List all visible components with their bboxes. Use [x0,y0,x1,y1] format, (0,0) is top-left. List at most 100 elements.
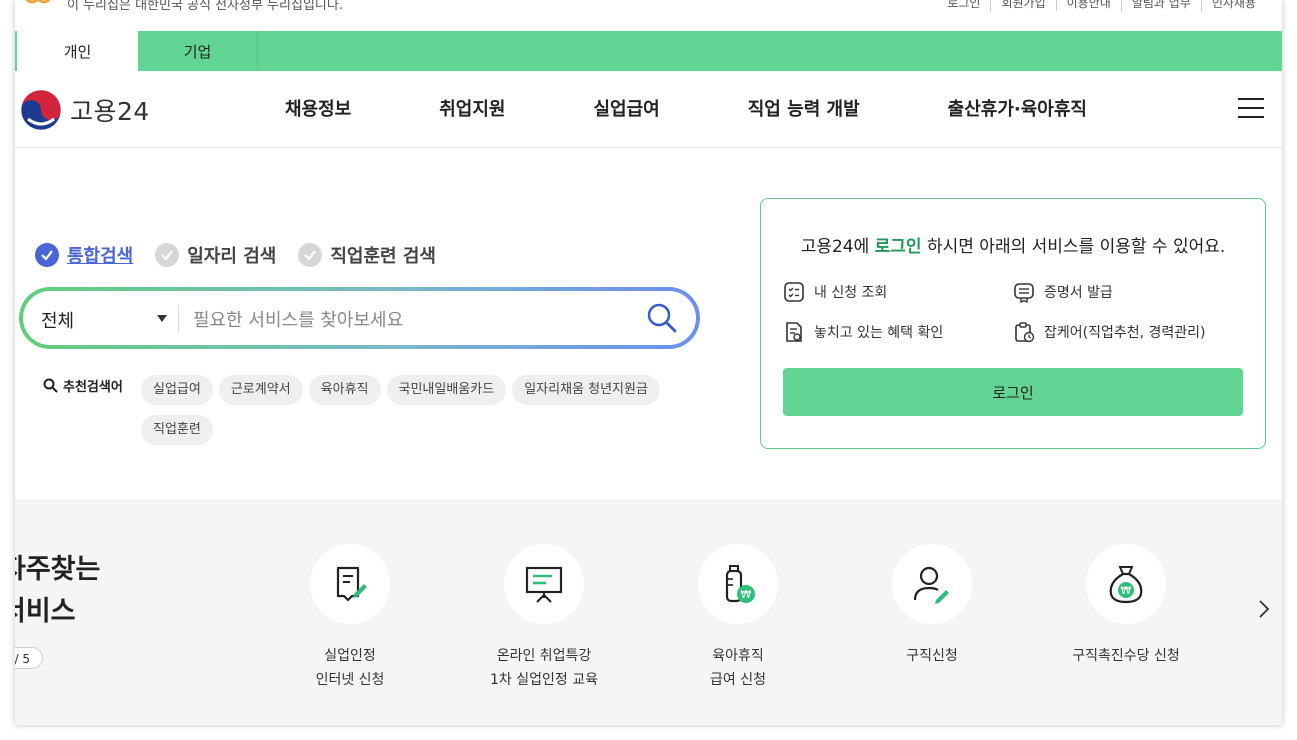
search-type-options: 통합검색 일자리 검색 직업훈련 검색 [35,242,458,268]
search-type-training[interactable]: 직업훈련 검색 [298,242,436,268]
service-label: 놓치고 있는 혜택 확인 [814,325,944,341]
global-nav: 채용정보 취업지원 실업급여 직업 능력 개발 출산휴가·육아휴직 [285,95,1175,121]
keyword-chip[interactable]: 실업급여 [141,375,213,405]
service-label: 내 신청 조회 [814,285,888,301]
check-circle-icon [298,243,323,267]
carousel-pager: / 5 [15,647,43,669]
frequent-item-label: 온라인 취업특강 1차 실업인정 교육 [444,644,644,692]
clipboard-clock-icon [1015,322,1035,343]
frequent-services-title: 자주찾는 서비스 [15,549,100,633]
frequent-item-line2: 급여 신청 [710,672,766,688]
brand-name: 고용24 [70,97,150,126]
page: 이 누리집은 대한민국 공식 전자정부 누리집입니다. 로그인 회원가입 이용안… [15,0,1282,725]
nav-item-skill-development[interactable]: 직업 능력 개발 [748,95,860,121]
search-input[interactable] [191,303,615,337]
util-link-guide[interactable]: 이용안내 [1055,0,1121,11]
svg-text:₩: ₩ [741,588,752,601]
main-header: 고용24 채용정보 취업지원 실업급여 직업 능력 개발 출산휴가·육아휴직 [15,71,1282,148]
recommend-label-text: 추천검색어 [63,380,123,395]
chevron-right-icon[interactable] [1254,597,1274,621]
service-label: 잡케어(직업추천, 경력관리) [1044,325,1206,341]
util-link-signup[interactable]: 회원가입 [990,0,1055,11]
keyword-chip[interactable]: 육아휴직 [308,375,381,405]
frequent-item-line1: 실업인정 [324,648,376,664]
service-missed-benefits[interactable]: 놓치고 있는 혜택 확인 [783,321,943,343]
baby-bottle-won-icon: ₩ [725,565,755,603]
magnifier-icon [43,378,58,393]
nav-item-parental-leave[interactable]: 출산휴가·육아휴직 [948,95,1087,121]
search-type-label: 일자리 검색 [187,246,277,267]
service-label: 증명서 발급 [1044,285,1113,301]
login-card: 고용24에 로그인 하시면 아래의 서비스를 이용할 수 있어요. 내 신청 조… [760,198,1266,449]
document-pen-icon [336,566,367,602]
frequent-item-line1: 육아휴직 [712,648,764,664]
search-type-label: 통합검색 [67,246,134,267]
recommended-keywords: 추천검색어 [43,376,138,395]
frequent-item-label: 실업인정 인터넷 신청 [250,644,450,692]
frequent-item-online-lecture[interactable]: 온라인 취업특강 1차 실업인정 교육 [444,544,644,692]
site-logo-icon [25,0,51,4]
frequent-item-circle [892,544,972,624]
brand-logo[interactable]: 고용24 [20,89,150,131]
frequent-title-line2: 서비스 [15,596,76,627]
login-title-post: 하시면 아래의 서비스를 이용할 수 있어요. [921,237,1226,257]
gov-notice-text: 이 누리집은 대한민국 공식 전자정부 누리집입니다. [67,0,343,13]
frequent-item-line1: 온라인 취업특강 [496,648,592,664]
checklist-icon [784,282,804,302]
person-pen-icon [913,566,949,604]
search-scope-select[interactable]: 전체 [41,307,74,333]
keyword-chip[interactable]: 근로계약서 [218,375,303,405]
keyword-chip[interactable]: 직업훈련 [141,415,213,445]
nav-item-employment-support[interactable]: 취업지원 [439,95,505,121]
search-type-label: 직업훈련 검색 [330,246,436,267]
util-link-notice[interactable]: 알림과 업무 [1120,0,1201,11]
frequent-item-circle: ₩ [1086,544,1166,624]
nav-item-unemployment-benefit[interactable]: 실업급여 [594,95,660,121]
keyword-chip[interactable]: 국민내일배움카드 [386,375,507,405]
frequent-item-label: 육아휴직 급여 신청 [638,644,838,692]
login-title-pre: 고용24에 [800,237,875,257]
frequent-item-unemployment-recognition[interactable]: 실업인정 인터넷 신청 [250,544,450,692]
login-title-highlight: 로그인 [874,237,922,257]
presentation-board-icon [525,566,563,603]
frequent-item-line1: 구직신청 [906,648,958,664]
keyword-chips: 실업급여 근로계약서 육아휴직 국민내일배움카드 일자리채움 청년지원금직업훈련 [141,375,701,455]
frequent-item-line2: 1차 실업인정 교육 [490,672,598,688]
login-button[interactable]: 로그인 [783,368,1243,416]
service-my-applications[interactable]: 내 신청 조회 [783,281,887,303]
frequent-item-circle: ₩ [698,544,778,624]
check-circle-icon [35,243,59,267]
service-certificate[interactable]: 증명서 발급 [1013,281,1113,303]
frequent-title-line1: 자주찾는 [15,554,101,585]
utility-links: 로그인 회원가입 이용안내 알림과 업무 인사채용 [937,0,1266,11]
util-link-hr[interactable]: 인사채용 [1200,0,1266,11]
search-box: 전체 [19,287,700,349]
frequent-item-circle [504,544,584,624]
user-type-tabs: 개인 기업 [15,31,1282,71]
search-type-integrated[interactable]: 통합검색 [35,242,133,268]
util-link-login[interactable]: 로그인 [937,0,990,11]
tab-business[interactable]: 기업 [138,31,258,71]
recommend-label: 추천검색어 [43,376,123,395]
frequent-services: 자주찾는 서비스 / 5 실업인정 인터넷 신청 [15,499,1282,725]
caret-down-icon[interactable] [157,315,167,322]
check-circle-icon [155,243,180,267]
frequent-item-parental-leave-benefit[interactable]: ₩ 육아휴직 급여 신청 [638,544,838,692]
search-icon[interactable] [646,302,678,334]
frequent-item-job-application[interactable]: 구직신청 [832,544,1032,668]
search-box-inner: 전체 [23,291,696,345]
taegeuk-emblem-icon [20,89,62,131]
keyword-chip[interactable]: 일자리채움 청년지원금 [512,375,660,405]
frequent-item-label: 구직신청 [832,644,1032,668]
search-type-jobs[interactable]: 일자리 검색 [155,242,276,268]
menu-hamburger-icon[interactable] [1238,98,1264,118]
top-utility-bar: 이 누리집은 대한민국 공식 전자정부 누리집입니다. 로그인 회원가입 이용안… [15,0,1282,20]
money-bag-icon: ₩ [1109,566,1143,604]
search-divider [178,305,179,333]
frequent-item-circle [310,544,390,624]
nav-item-jobs[interactable]: 채용정보 [285,95,351,121]
frequent-item-job-seeking-allowance[interactable]: ₩ 구직촉진수당 신청 [1026,544,1226,668]
service-jobcare[interactable]: 잡케어(직업추천, 경력관리) [1013,321,1206,343]
login-card-title: 고용24에 로그인 하시면 아래의 서비스를 이용할 수 있어요. [761,232,1265,257]
tab-personal[interactable]: 개인 [15,31,138,71]
